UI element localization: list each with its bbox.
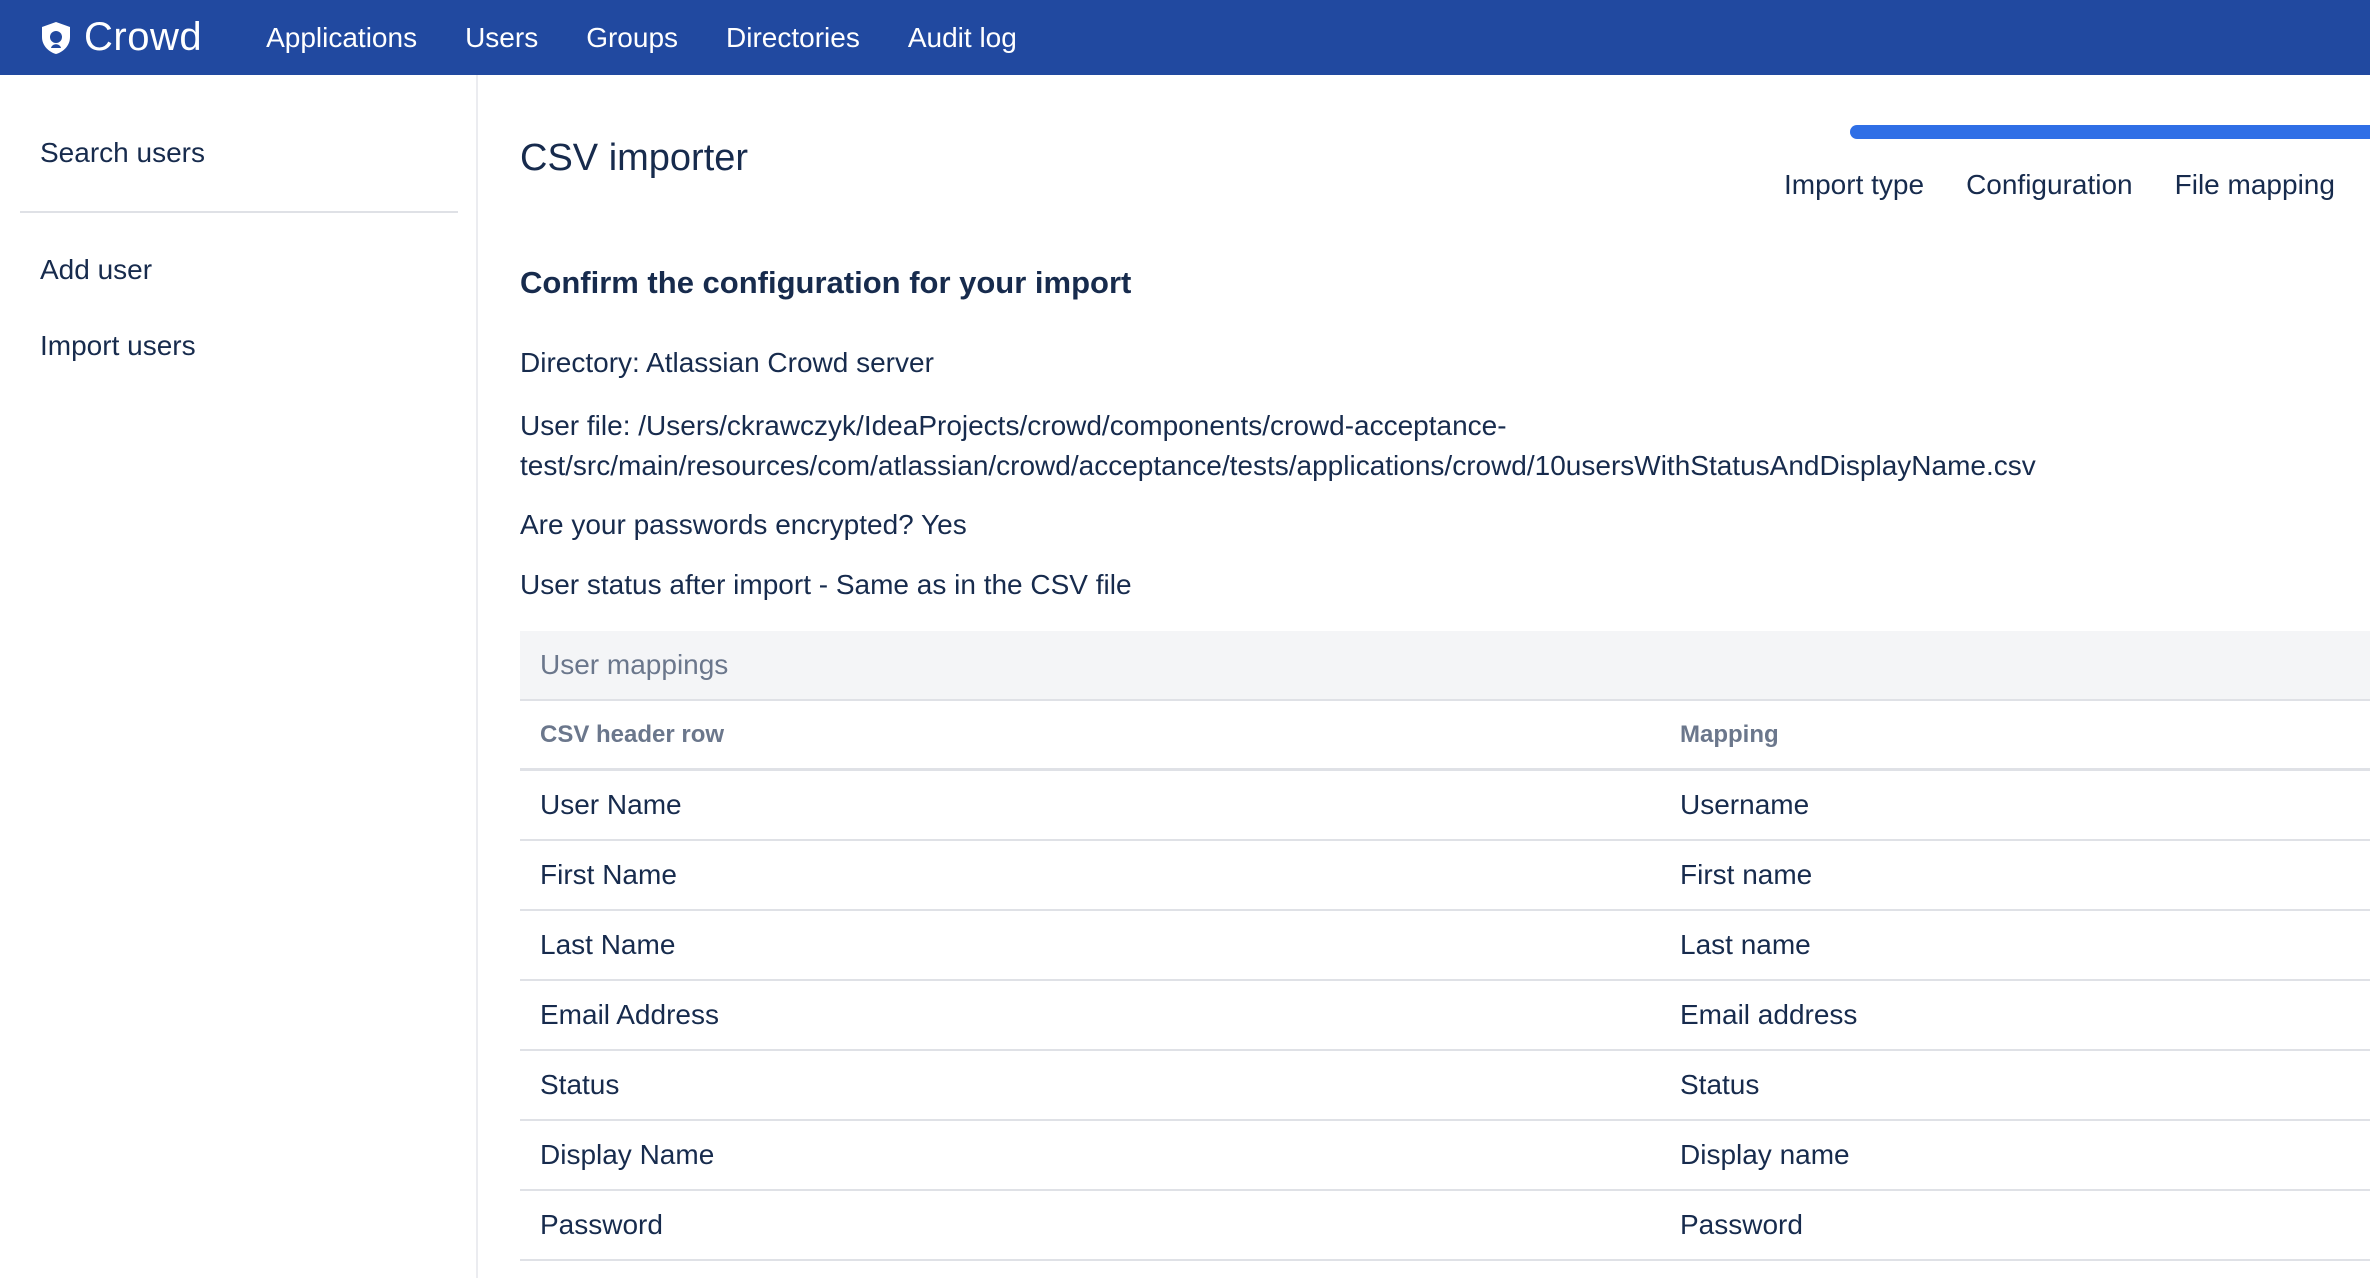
- table-row: Status Status: [520, 1051, 2370, 1121]
- sidebar-divider: [20, 211, 458, 213]
- step-configuration: Configuration: [1966, 169, 2133, 200]
- sidebar-item-add-user[interactable]: Add user: [40, 254, 152, 286]
- csv-header-cell: Password: [540, 1209, 663, 1240]
- nav-directories[interactable]: Directories: [726, 22, 860, 54]
- nav-audit-log[interactable]: Audit log: [908, 22, 1017, 54]
- section-heading: Confirm the configuration for your impor…: [520, 265, 1132, 300]
- mapping-cell: Display name: [1680, 1139, 1850, 1170]
- table-row: Email Address Email address: [520, 981, 2370, 1051]
- mapping-cell: First name: [1680, 859, 1813, 890]
- table-row: First Name First name: [520, 841, 2370, 911]
- nav-users[interactable]: Users: [465, 22, 538, 54]
- csv-header-cell: Display Name: [540, 1139, 715, 1170]
- csv-header-cell: First Name: [540, 859, 677, 890]
- user-status-info: User status after import - Same as in th…: [520, 569, 1132, 600]
- wizard-steps: Import type Configuration File mapping: [1784, 169, 2370, 201]
- table-caption: User mappings: [520, 631, 2370, 701]
- csv-header-cell: User Name: [540, 789, 682, 820]
- mapping-cell: Password: [1680, 1209, 1803, 1240]
- table-row: User Name Username: [520, 771, 2370, 841]
- sidebar-item-import-users[interactable]: Import users: [40, 330, 196, 362]
- crowd-shield-icon: [42, 21, 70, 54]
- user-mappings-table: User mappings CSV header row Mapping Use…: [520, 631, 2370, 1261]
- main-content: CSV importer Import type Configuration F…: [520, 75, 2370, 1278]
- user-file-info-line-1: User file: /Users/ckrawczyk/IdeaProjects…: [520, 410, 1507, 441]
- mapping-cell: Last name: [1680, 929, 1811, 960]
- wizard-progress-bar: [1850, 125, 2370, 139]
- user-file-info-line-2: test/src/main/resources/com/atlassian/cr…: [520, 450, 2036, 481]
- directory-info: Directory: Atlassian Crowd server: [520, 347, 934, 378]
- page-title: CSV importer: [520, 137, 749, 179]
- app-name: Crowd: [84, 15, 203, 59]
- top-navigation-bar: Crowd Applications Users Groups Director…: [0, 0, 2370, 75]
- nav-groups[interactable]: Groups: [586, 22, 678, 54]
- crowd-logo[interactable]: Crowd: [38, 15, 202, 60]
- table-row: Display Name Display name: [520, 1121, 2370, 1191]
- csv-header-cell: Last Name: [540, 929, 676, 960]
- step-file-mapping: File mapping: [2174, 169, 2335, 200]
- table-header-row: CSV header row Mapping: [520, 701, 2370, 771]
- table-row: Password Password: [520, 1191, 2370, 1261]
- mapping-cell: Status: [1680, 1069, 1760, 1100]
- csv-header-cell: Status: [540, 1069, 620, 1100]
- mapping-cell: Email address: [1680, 999, 1858, 1030]
- table-row: Last Name Last name: [520, 911, 2370, 981]
- csv-header-cell: Email Address: [540, 999, 719, 1030]
- nav-applications[interactable]: Applications: [266, 22, 417, 54]
- mapping-cell: Username: [1680, 789, 1810, 820]
- passwords-encrypted-info: Are your passwords encrypted? Yes: [520, 509, 967, 540]
- column-header-mapping: Mapping: [1680, 720, 1779, 748]
- step-import-type: Import type: [1784, 169, 1925, 200]
- sidebar: Search users Add user Import users: [0, 75, 478, 1278]
- column-header-csv: CSV header row: [540, 720, 725, 748]
- sidebar-item-search-users[interactable]: Search users: [40, 137, 205, 169]
